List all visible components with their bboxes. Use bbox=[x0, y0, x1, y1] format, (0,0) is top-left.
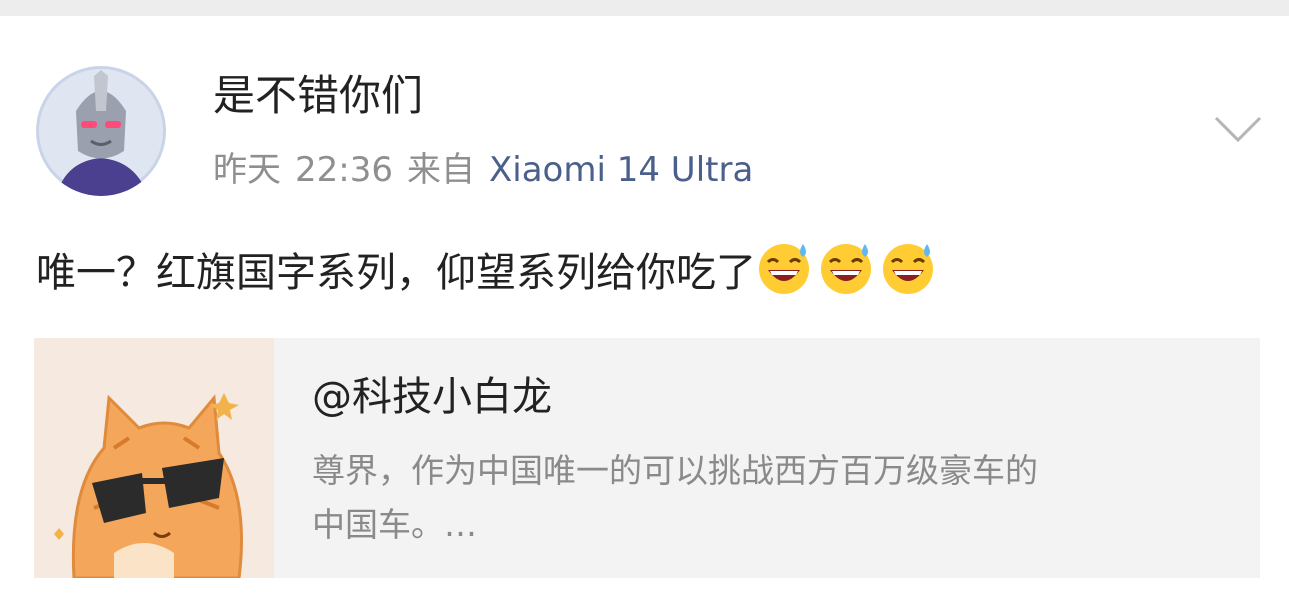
sweat-smile-emoji bbox=[818, 240, 874, 296]
post-meta: 昨天 22:36 来自 Xiaomi 14 Ultra bbox=[213, 144, 753, 196]
chevron-down-icon[interactable] bbox=[1210, 104, 1266, 152]
quoted-post-card[interactable]: @科技小白龙 尊界，作为中国唯一的可以挑战西方百万级豪车的 中国车。… bbox=[34, 338, 1260, 578]
sweat-smile-emoji bbox=[756, 240, 812, 296]
top-divider bbox=[0, 0, 1289, 16]
post-text: 唯一？红旗国字系列，仰望系列给你吃了 bbox=[36, 250, 756, 296]
username[interactable]: 是不错你们 bbox=[213, 66, 423, 126]
post-date: 昨天 bbox=[213, 150, 281, 190]
source-prefix: 来自 bbox=[406, 150, 475, 190]
sweat-smile-emoji bbox=[880, 240, 936, 296]
card-thumbnail bbox=[34, 338, 274, 578]
post-time: 22:36 bbox=[295, 150, 393, 190]
device-link[interactable]: Xiaomi 14 Ultra bbox=[489, 150, 753, 190]
post-body: 唯一？红旗国字系列，仰望系列给你吃了 bbox=[36, 240, 942, 305]
card-description: 尊界，作为中国唯一的可以挑战西方百万级豪车的 中国车。… bbox=[312, 451, 1038, 544]
card-title: @科技小白龙 bbox=[312, 374, 552, 420]
avatar[interactable] bbox=[36, 66, 166, 196]
